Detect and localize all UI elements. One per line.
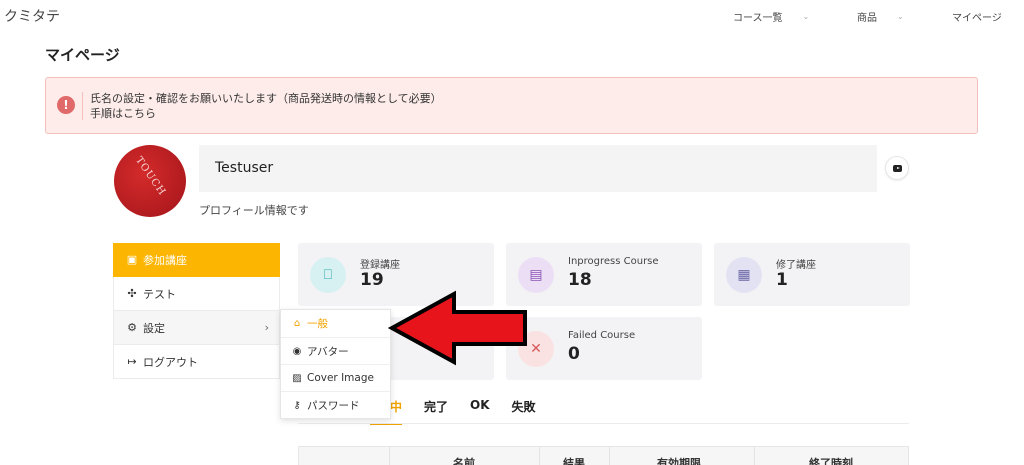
stat-card-completed: ▦ 修了講座 1 <box>714 243 910 306</box>
menu-item-general[interactable]: ⌂ 一般 <box>281 310 390 337</box>
course-tabs: 中 完了 OK 失敗 <box>370 398 558 425</box>
stat-card-failed: ✕ Failed Course 0 <box>506 317 702 380</box>
stat-label: Failed Course <box>568 330 636 341</box>
stat-value: 0 <box>568 344 580 364</box>
column-separator <box>389 447 390 465</box>
tab-completed[interactable]: 完了 <box>424 398 448 425</box>
exclamation-icon: ! <box>57 96 75 114</box>
document-clock-icon: ▤ <box>518 257 554 293</box>
table-header: 名前 結果 有効期限 終了時刻 <box>298 446 909 465</box>
chevron-down-icon: ⌄ <box>802 12 810 21</box>
youtube-icon <box>893 165 902 172</box>
sidebar-item-label: ログアウト <box>143 355 198 369</box>
stat-value: 19 <box>360 270 384 290</box>
alert-divider <box>82 92 83 120</box>
sidebar: ▣ 参加講座 ✣ テスト ⚙ 設定 › ↦ ログアウト <box>113 243 280 379</box>
avatar-text: TOUCH <box>133 155 168 198</box>
tab-failed[interactable]: 失敗 <box>512 398 536 425</box>
name-setting-alert: ! 氏名の設定・確認をお願いいたします（商品発送時の情報として必要） 手順はこち… <box>45 77 978 134</box>
book-icon: ⎕ <box>310 257 346 293</box>
profile-name: Testuser <box>215 160 274 176</box>
chevron-right-icon: › <box>264 321 269 334</box>
column-header-name: 名前 <box>453 457 475 465</box>
profile-name-box: Testuser <box>199 145 877 192</box>
user-circle-icon: ◉ <box>292 345 302 357</box>
gear-icon: ⚙ <box>127 321 137 334</box>
certificate-icon: ▦ <box>726 257 762 293</box>
page-title: マイページ <box>45 46 120 64</box>
puzzle-icon: ✣ <box>127 287 137 300</box>
column-header-end-time: 終了時刻 <box>809 457 853 465</box>
menu-item-avatar[interactable]: ◉ アバター <box>281 337 390 364</box>
menu-item-label: Cover Image <box>307 372 374 384</box>
column-separator <box>754 447 755 465</box>
menu-item-password[interactable]: ⚷ パスワード <box>281 391 390 418</box>
settings-dropdown-menu: ⌂ 一般 ◉ アバター ▨ Cover Image ⚷ パスワード <box>280 309 391 419</box>
column-separator <box>609 447 610 465</box>
nav-courses[interactable]: コース一覧 ⌄ <box>733 9 809 24</box>
column-separator <box>539 447 540 465</box>
alert-link[interactable]: 手順はこちら <box>90 106 442 121</box>
sidebar-item-label: テスト <box>143 287 176 301</box>
home-icon: ⌂ <box>293 318 301 329</box>
profile-description: プロフィール情報です <box>199 204 309 217</box>
menu-item-label: 一般 <box>307 318 328 330</box>
image-icon: ▨ <box>292 372 302 384</box>
site-logo[interactable]: クミタテ <box>4 6 60 26</box>
course-icon: ▣ <box>126 253 138 266</box>
stat-label: Inprogress Course <box>568 256 659 267</box>
sidebar-item-label: 設定 <box>143 321 165 335</box>
stat-label: 登録講座 <box>360 260 400 271</box>
stat-card-inprogress: ▤ Inprogress Course 18 <box>506 243 702 306</box>
column-header-result: 結果 <box>563 457 585 465</box>
alert-message: 氏名の設定・確認をお願いいたします（商品発送時の情報として必要） <box>90 92 442 105</box>
stat-value: 1 <box>776 270 788 290</box>
key-icon: ⚷ <box>293 399 301 411</box>
tab-divider <box>298 423 909 424</box>
stat-label: 修了講座 <box>776 260 816 271</box>
logout-icon: ↦ <box>127 355 137 368</box>
sidebar-item-logout[interactable]: ↦ ログアウト <box>113 345 280 379</box>
menu-item-cover-image[interactable]: ▨ Cover Image <box>281 364 390 391</box>
avatar[interactable]: TOUCH <box>114 145 186 217</box>
sidebar-item-courses[interactable]: ▣ 参加講座 <box>113 243 280 277</box>
red-arrow-annotation <box>388 290 527 366</box>
tab-ok[interactable]: OK <box>470 398 490 425</box>
column-header-expiry: 有効期限 <box>657 457 701 465</box>
nav-mypage[interactable]: マイページ <box>952 9 1002 24</box>
nav-products[interactable]: 商品 ⌄ <box>857 9 904 24</box>
menu-item-label: アバター <box>307 345 349 358</box>
sidebar-item-label: 参加講座 <box>143 253 187 267</box>
chevron-down-icon: ⌄ <box>897 12 904 21</box>
nav-courses-label: コース一覧 <box>733 13 783 24</box>
alert-text: 氏名の設定・確認をお願いいたします（商品発送時の情報として必要） 手順はこちら <box>90 91 442 121</box>
menu-item-label: パスワード <box>307 399 360 412</box>
sidebar-item-settings[interactable]: ⚙ 設定 › <box>113 311 280 345</box>
youtube-button[interactable] <box>885 156 909 180</box>
nav-products-label: 商品 <box>857 13 877 24</box>
stat-value: 18 <box>568 270 592 290</box>
nav-mypage-label: マイページ <box>952 13 1002 24</box>
sidebar-item-test[interactable]: ✣ テスト <box>113 277 280 311</box>
